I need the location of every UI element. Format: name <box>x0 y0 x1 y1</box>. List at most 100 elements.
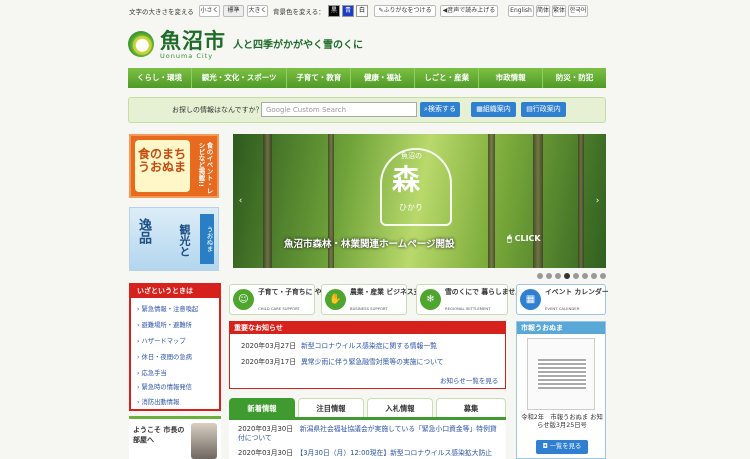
font-large-button[interactable]: 大きく <box>247 5 268 17</box>
emergency-link[interactable]: › 緊急時の情報発信 <box>137 382 192 391</box>
tab-featured[interactable]: 注目情報 <box>298 398 364 417</box>
food-banner-side: 食のイベント・レシピなど掲載!! <box>197 142 213 194</box>
bulletin-cover[interactable] <box>527 338 595 410</box>
slide-dot[interactable] <box>546 273 552 279</box>
bgcolor-label: 背景色を変える： <box>273 8 325 16</box>
category-settlement[interactable]: ❄ 雪のくにで 暮らしませんか REGIONAL SETTLEMENT <box>416 284 529 315</box>
forest-logo-main: 森 <box>392 163 421 196</box>
notice-item[interactable]: 2020年03月17日 異常少雨に伴う緊急融雪対策等の実施について <box>241 356 444 366</box>
category-childcare[interactable]: ☺ 子育て・子育ちに やさしいまち CHILD CARE SUPPORT <box>229 284 356 315</box>
slide-dot[interactable] <box>573 273 579 279</box>
nav-item-work[interactable]: しごと・産業 <box>415 68 480 88</box>
tourism-banner-side: うおぬま <box>200 214 214 264</box>
lang-korean-button[interactable]: 한국어 <box>568 5 588 17</box>
nav-item-tourism[interactable]: 観光・文化・スポーツ <box>192 68 288 88</box>
tagline: 人と四季がかがやく雪のくに <box>233 40 363 51</box>
search-label: お探しの情報はなんですか？ <box>172 106 263 114</box>
mayor-banner[interactable]: ようこそ 市長の部屋へ <box>129 416 221 459</box>
city-bulletin: 市報うおぬま 令和2年 市報うおぬま お知らせ版3月25日号 ◘ 一覧を見る <box>516 321 606 459</box>
category-en: CHILD CARE SUPPORT <box>258 306 300 311</box>
notice-more-link[interactable]: お知らせ一覧を見る <box>440 375 498 385</box>
admin-guide-button[interactable]: ▤行政案内 <box>521 102 566 117</box>
font-small-button[interactable]: 小さく <box>199 5 220 17</box>
org-guide-button[interactable]: ▦組織案内 <box>471 102 516 117</box>
font-size-label: 文字の大きさを変える <box>129 8 194 16</box>
lang-simplified-button[interactable]: 简体 <box>536 5 550 17</box>
furigana-button[interactable]: ✎ふりがなをつける <box>374 5 436 17</box>
org-icon: ▦ <box>476 105 483 113</box>
forest-logo-top: 魚沼の <box>401 152 422 160</box>
category-event[interactable]: ▦ イベント カレンダー EVENT CALENDER <box>516 284 609 315</box>
news-item[interactable]: 2020年03月30日 新潟県社会福祉協議会が実施している「緊急小口資金等」特例… <box>238 425 500 443</box>
nav-item-city-info[interactable]: 市政情報 <box>479 68 544 88</box>
mayor-label: ようこそ 市長の部屋へ <box>133 426 185 444</box>
emergency-link[interactable]: › 緊急情報・注意喚起 <box>137 304 198 313</box>
snow-icon: ❄ <box>420 289 441 310</box>
tourism-banner[interactable]: 逸品 観光と うおぬま <box>129 207 219 271</box>
bulletin-caption: 令和2年 市報うおぬま お知らせ版3月25日号 <box>521 414 603 429</box>
city-name-en: Uonuma City <box>160 52 214 60</box>
slide-dots <box>537 273 606 279</box>
search-button[interactable]: ⌕検索する <box>420 102 460 117</box>
tab-bidding[interactable]: 入札情報 <box>367 398 433 417</box>
calendar-icon: ▦ <box>520 289 541 310</box>
emergency-link[interactable]: › ハザードマップ <box>137 336 186 345</box>
emergency-link[interactable]: › 休日・夜間の急病 <box>137 352 192 361</box>
mayor-photo <box>191 423 217 459</box>
lang-english-button[interactable]: English <box>508 5 534 17</box>
emergency-box: いざというときは › 緊急情報・注意喚起 › 避難場所・避難所 › ハザードマッ… <box>129 283 221 411</box>
nav-item-disaster[interactable]: 防災・防犯 <box>543 68 606 88</box>
emergency-link[interactable]: › 応急手当 <box>137 368 167 377</box>
food-banner-title: 食のまち うおぬま <box>138 147 187 174</box>
food-banner[interactable]: 食のまち うおぬま 食のイベント・レシピなど掲載!! <box>129 134 219 198</box>
read-aloud-button[interactable]: ◀音声で読み上げる <box>440 5 498 17</box>
category-title: イベント カレンダー <box>545 288 609 296</box>
mouse-icon: 🖱 <box>507 234 512 243</box>
emergency-link[interactable]: › 消防出動情報 <box>137 397 179 406</box>
tourism-banner-main: 観光と <box>178 224 191 257</box>
category-business[interactable]: ✋ 農業・産業 ビジネス支援 BUSINESS SUPPORT <box>321 284 428 315</box>
child-icon: ☺ <box>233 289 254 310</box>
bg-black-button[interactable]: 黒 <box>328 5 340 17</box>
slide-dot[interactable] <box>537 273 543 279</box>
bg-white-button[interactable]: 白 <box>356 5 368 17</box>
tab-recruit[interactable]: 募集 <box>436 398 506 417</box>
global-nav: くらし・環境 観光・文化・スポーツ 子育て・教育 健康・福祉 しごと・産業 市政… <box>128 68 606 88</box>
notice-title: 重要なお知らせ <box>230 322 505 334</box>
city-name[interactable]: 魚沼市 <box>160 29 226 53</box>
category-en: REGIONAL SETTLEMENT <box>445 306 491 311</box>
slide-prev-button[interactable]: ‹ <box>236 196 245 210</box>
chevron-left-icon: ‹ <box>238 196 243 206</box>
bg-blue-button[interactable]: 青 <box>342 5 354 17</box>
slide-dot-active[interactable] <box>564 273 570 279</box>
slide-dot[interactable] <box>582 273 588 279</box>
handshake-icon: ✋ <box>325 289 346 310</box>
city-logo-icon[interactable] <box>128 31 154 57</box>
nav-item-health[interactable]: 健康・福祉 <box>351 68 416 88</box>
bulletin-list-button[interactable]: ◘ 一覧を見る <box>536 440 588 454</box>
list-icon: ◘ <box>542 443 548 450</box>
slide-click[interactable]: 🖱 CLICK <box>507 234 541 244</box>
slide-next-button[interactable]: › <box>593 196 602 210</box>
emergency-link[interactable]: › 避難場所・避難所 <box>137 320 192 329</box>
news-item[interactable]: 2020年03月30日 【3月30日（月）12:00現在】新型コロナウイルス感染… <box>238 449 500 458</box>
office-icon: ▤ <box>526 105 533 113</box>
category-title: 子育て・子育ちに やさしいまち <box>258 288 356 296</box>
forest-logo-sub: ひかり <box>399 203 423 212</box>
lang-traditional-button[interactable]: 繁体 <box>552 5 566 17</box>
nav-item-living[interactable]: くらし・環境 <box>128 68 192 88</box>
slide-dot[interactable] <box>591 273 597 279</box>
slide-dot[interactable] <box>600 273 606 279</box>
slide-caption: 魚沼市森林・林業関連ホームページ開設 <box>284 239 455 250</box>
nav-item-childcare[interactable]: 子育て・教育 <box>287 68 352 88</box>
category-en: BUSINESS SUPPORT <box>350 306 388 311</box>
slide-dot[interactable] <box>555 273 561 279</box>
category-en: EVENT CALENDER <box>545 306 580 311</box>
chevron-right-icon: › <box>595 196 600 206</box>
notice-item[interactable]: 2020年03月27日 新型コロナウイルス感染症に関する情報一覧 <box>241 340 437 350</box>
search-input[interactable]: Google Custom Search <box>261 102 417 117</box>
font-standard-button[interactable]: 標準 <box>223 5 244 17</box>
category-title: 農業・産業 ビジネス支援 <box>350 288 428 296</box>
category-title: 雪のくにで 暮らしませんか <box>445 288 529 296</box>
tab-new[interactable]: 新着情報 <box>229 398 295 417</box>
